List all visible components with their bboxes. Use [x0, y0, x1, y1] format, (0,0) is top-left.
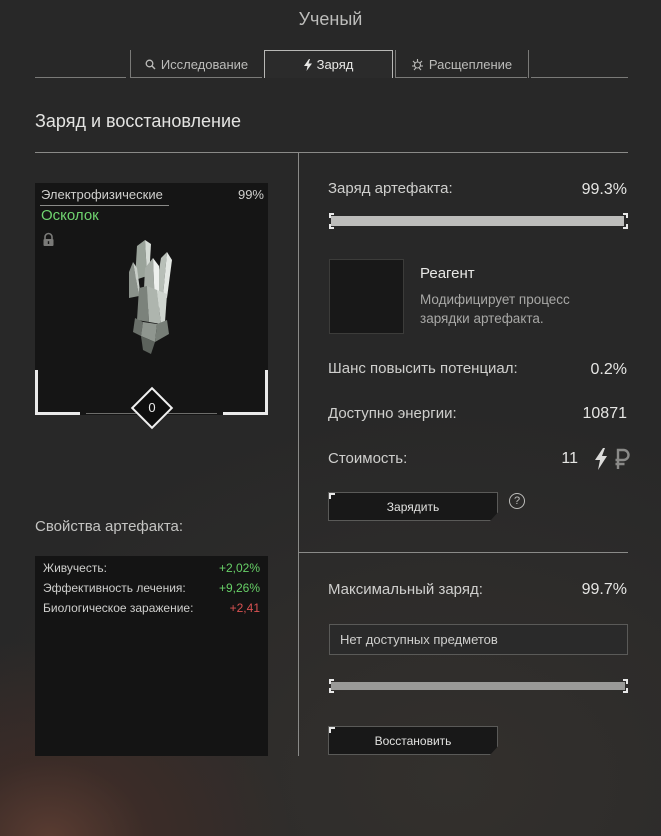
energy-value: 10871	[582, 405, 628, 422]
splitting-icon	[411, 58, 423, 70]
artifact-category-underline	[40, 205, 169, 206]
property-row: Живучесть: +2,02%	[43, 561, 260, 575]
lock-icon	[41, 232, 56, 252]
tab-bar-line-left	[35, 77, 126, 78]
charge-button[interactable]: Зарядить	[328, 492, 498, 521]
reagent-description: Модифицирует процесс зарядки артефакта.	[420, 292, 570, 326]
section-divider	[35, 152, 628, 153]
potential-label: Шанс повысить потенциал:	[328, 360, 518, 377]
ruble-icon	[614, 448, 630, 475]
charge-button-label: Зарядить	[386, 499, 440, 514]
charge-value: 99.3%	[581, 181, 627, 198]
bar-corner	[623, 213, 628, 218]
reagent-title: Реагент	[420, 265, 475, 282]
property-name: Живучесть:	[43, 561, 107, 575]
panel-divider-vertical	[298, 152, 299, 552]
card-frame-corner	[223, 412, 268, 415]
charge-label: Заряд артефакта:	[328, 180, 453, 197]
tab-divider	[528, 50, 529, 78]
lightning-icon	[594, 448, 608, 475]
property-row: Эффективность лечения: +9,26%	[43, 581, 260, 595]
bar-corner	[329, 213, 334, 218]
property-value: +2,02%	[218, 561, 260, 575]
button-corner	[329, 493, 335, 499]
max-charge-value: 99.7%	[581, 581, 627, 598]
artifact-percent: 99%	[237, 187, 264, 202]
charge-progress-fill	[331, 216, 624, 226]
bar-corner	[623, 679, 628, 684]
card-frame-corner	[35, 370, 38, 415]
property-row: Биологическое заражение: +2,41	[43, 601, 260, 615]
bar-corner	[623, 688, 628, 693]
panel-divider-vertical	[298, 552, 299, 756]
card-frame-corner	[265, 370, 268, 415]
restore-item-select[interactable]: Нет доступных предметов	[329, 624, 628, 655]
property-name: Эффективность лечения:	[43, 581, 186, 595]
section-title: Заряд и восстановление	[35, 111, 242, 131]
tab-charge[interactable]: Заряд	[264, 50, 393, 78]
potential-value: 0.2%	[590, 361, 627, 378]
property-value: +2,41	[229, 601, 260, 615]
tab-splitting[interactable]: Расщепление	[396, 50, 527, 78]
reagent-slot[interactable]	[329, 259, 404, 334]
lightning-icon	[303, 58, 312, 71]
property-value: +9,26%	[218, 581, 260, 595]
bar-corner	[623, 224, 628, 229]
crystal-icon	[117, 238, 187, 361]
tab-bar-line-right	[531, 77, 628, 78]
property-name: Биологическое заражение:	[43, 601, 194, 615]
panel-divider-horizontal	[298, 552, 628, 553]
card-frame-corner	[35, 412, 80, 415]
max-charge-progress-fill	[331, 682, 625, 690]
bar-corner	[329, 224, 334, 229]
help-icon[interactable]: ?	[509, 493, 525, 509]
bar-corner	[329, 679, 334, 684]
window-title: Ученый	[298, 9, 363, 29]
artifact-level: 0	[148, 400, 156, 415]
tab-label: Расщепление	[428, 56, 513, 72]
restore-item-select-value: Нет доступных предметов	[340, 632, 498, 647]
tab-research[interactable]: Исследование	[131, 50, 262, 78]
cost-value: 11	[561, 450, 578, 467]
properties-label: Свойства артефакта:	[35, 518, 184, 535]
cost-label: Стоимость:	[328, 450, 408, 467]
energy-label: Доступно энергии:	[328, 405, 457, 422]
tab-label: Исследование	[160, 56, 249, 72]
artifact-level-badge: 0	[130, 386, 174, 430]
artifact-name: Осколок	[41, 207, 99, 224]
artifact-category: Электрофизические	[41, 187, 163, 202]
tab-label: Заряд	[316, 57, 354, 72]
magnifier-icon	[145, 59, 156, 69]
max-charge-progress-bar	[329, 679, 628, 693]
button-corner	[329, 727, 335, 733]
max-charge-label: Максимальный заряд:	[328, 581, 483, 598]
restore-button[interactable]: Восстановить	[328, 726, 498, 755]
restore-button-label: Восстановить	[374, 733, 452, 748]
charge-progress-bar	[329, 213, 628, 229]
bar-corner	[329, 688, 334, 693]
